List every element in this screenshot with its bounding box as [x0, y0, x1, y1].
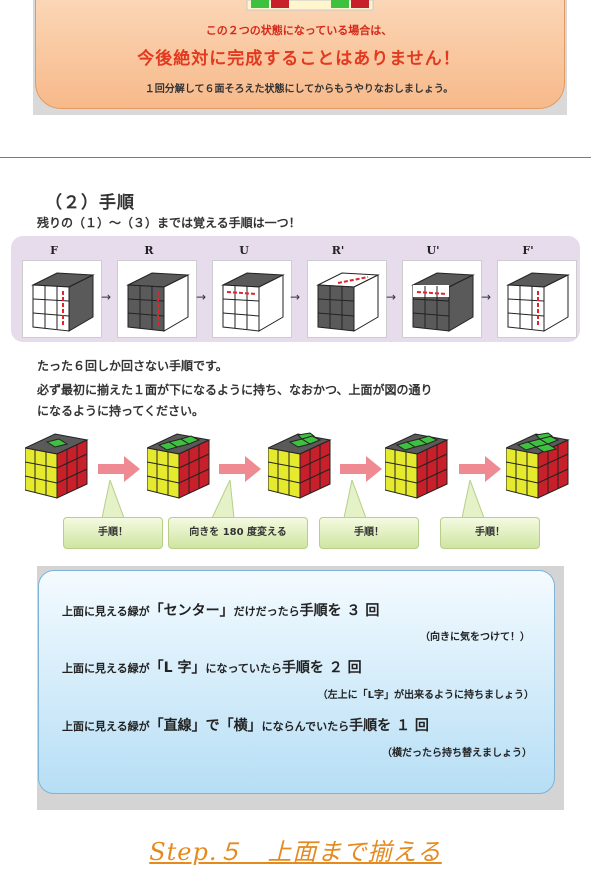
- instruction-line-2: 上面に見える緑が「L 字」になっていたら手順を ２ 回: [62, 657, 362, 677]
- step-5-title: Step.５ 上面まで揃える: [149, 838, 442, 866]
- instruction-line-1: 上面に見える緑が「センター」だけだったら手順を ３ 回: [62, 600, 379, 620]
- instruction-3-action: 手順を １ 回: [349, 718, 429, 734]
- instruction-3-mid: にならんでいたら: [261, 720, 350, 733]
- instruction-2-action: 手順を ２ 回: [281, 660, 362, 676]
- pink-arrow-2: [219, 456, 261, 482]
- instruction-line-3: 上面に見える緑が「直線」で「横」にならんでいたら手順を １ 回: [62, 715, 429, 735]
- instruction-3-pre: 上面に見える緑が: [62, 720, 150, 733]
- callout-step-3: 手順！: [440, 517, 540, 549]
- move-label-r-prime: R': [331, 244, 345, 257]
- instruction-1-highlight: 「センター」: [149, 603, 234, 619]
- move-label-f-prime: F': [522, 244, 534, 257]
- pink-arrow-1: [98, 456, 140, 482]
- warning-line-1: この２つの状態になっている場合は、: [205, 24, 393, 37]
- instruction-2-mid: になっていたら: [205, 662, 282, 675]
- cube-move-f-icon: [22, 260, 102, 338]
- move-arrow-2: →: [196, 290, 207, 304]
- pink-arrow-3: [340, 456, 382, 482]
- section-divider: [0, 157, 591, 158]
- move-label-f: F: [50, 244, 58, 257]
- cube-move-u-prime-icon: [402, 260, 482, 338]
- instruction-2-pre: 上面に見える緑が: [62, 662, 150, 675]
- callout-tail-4: [461, 480, 485, 519]
- move-arrow-3: →: [290, 290, 301, 304]
- cube-state-5: [506, 432, 569, 499]
- callout-step-2: 手順！: [319, 517, 419, 549]
- instruction-note-1: （向きに気をつけて！）: [420, 632, 530, 643]
- callout-rotate-180: 向きを 180 度変える: [168, 517, 308, 549]
- move-arrow-4: →: [386, 290, 397, 304]
- instruction-2-highlight: 「L 字」: [149, 660, 206, 676]
- cube-move-u-icon: [212, 260, 292, 338]
- move-label-r: R: [144, 244, 154, 257]
- callout-tail-2: [211, 480, 235, 519]
- cube-image-partial: [246, 0, 374, 11]
- paragraph-line-1: たった６回しか回さない手順です。: [37, 359, 228, 373]
- instruction-note-2: （左上に「L字」が出来るように持ちましょう）: [317, 690, 534, 701]
- warning-line-3: １回分解して６面そろえた状態にしてからもうやりなおしましょう。: [144, 84, 454, 95]
- move-label-u-prime: U': [426, 244, 440, 257]
- instruction-1-pre: 上面に見える緑が: [62, 605, 150, 618]
- instruction-1-action: 手順を ３ 回: [299, 603, 380, 619]
- paragraph-line-2: 必ず最初に揃えた１面が下になるように持ち、なおかつ、上面が図の通り: [37, 383, 433, 397]
- callout-tail-1: [101, 480, 125, 519]
- paragraph-line-3: になるように持ってください。: [37, 404, 205, 418]
- instruction-3-highlight: 「直線」で「横」: [149, 718, 262, 734]
- section-subheading: 残りの（１）～（３）までは覚える手順は一つ！: [37, 216, 301, 230]
- callout-step-1: 手順！: [63, 517, 163, 549]
- section-heading: （２）手順: [45, 193, 135, 213]
- instruction-1-mid: だけだったら: [233, 605, 300, 618]
- callout-tail-3: [343, 480, 367, 519]
- move-arrow-1: →: [101, 290, 112, 304]
- instruction-note-3: （横だったら持ち替えましょう）: [382, 748, 532, 759]
- pink-arrow-4: [459, 456, 501, 482]
- cube-move-r-icon: [117, 260, 197, 338]
- warning-line-2: 今後絶対に完成することはありません！: [137, 49, 461, 69]
- move-label-u: U: [239, 244, 249, 257]
- move-arrow-5: →: [481, 290, 492, 304]
- cube-move-f-prime-icon: [497, 260, 577, 338]
- cube-move-r-prime-icon: [307, 260, 387, 338]
